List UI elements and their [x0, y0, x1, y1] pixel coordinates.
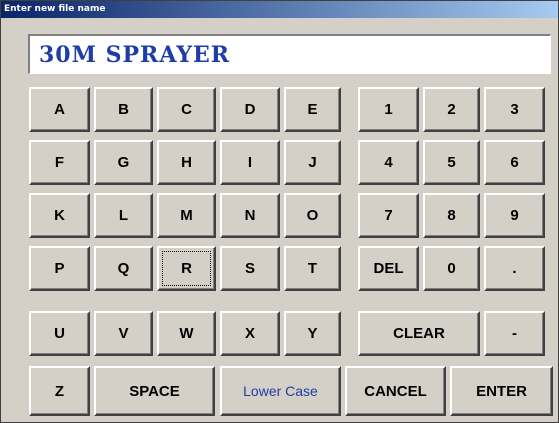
- key-d[interactable]: D: [220, 87, 280, 132]
- key-p[interactable]: P: [29, 246, 90, 291]
- key-7[interactable]: 7: [358, 193, 419, 238]
- key-b[interactable]: B: [94, 87, 153, 132]
- key-k[interactable]: K: [29, 193, 90, 238]
- key-n[interactable]: N: [220, 193, 280, 238]
- key-dash[interactable]: -: [484, 311, 545, 356]
- key-u[interactable]: U: [29, 311, 90, 356]
- key-period[interactable]: .: [484, 246, 545, 291]
- key-e[interactable]: E: [284, 87, 341, 132]
- key-s[interactable]: S: [220, 246, 280, 291]
- key-x[interactable]: X: [220, 311, 280, 356]
- enter-button[interactable]: ENTER: [450, 366, 553, 416]
- key-w[interactable]: W: [157, 311, 216, 356]
- key-q[interactable]: Q: [94, 246, 153, 291]
- key-c[interactable]: C: [157, 87, 216, 132]
- key-0[interactable]: 0: [423, 246, 480, 291]
- key-z[interactable]: Z: [29, 366, 90, 416]
- key-l[interactable]: L: [94, 193, 153, 238]
- key-m[interactable]: M: [157, 193, 216, 238]
- key-y[interactable]: Y: [284, 311, 341, 356]
- cancel-button[interactable]: CANCEL: [345, 366, 446, 416]
- key-5[interactable]: 5: [423, 140, 480, 185]
- key-i[interactable]: I: [220, 140, 280, 185]
- key-r[interactable]: R: [157, 246, 216, 291]
- delete-button[interactable]: DEL: [358, 246, 419, 291]
- key-1[interactable]: 1: [358, 87, 419, 132]
- lower-case-button[interactable]: Lower Case: [220, 366, 341, 416]
- clear-button[interactable]: CLEAR: [358, 311, 480, 356]
- key-g[interactable]: G: [94, 140, 153, 185]
- key-o[interactable]: O: [284, 193, 341, 238]
- key-8[interactable]: 8: [423, 193, 480, 238]
- file-name-input[interactable]: [28, 34, 551, 74]
- key-3[interactable]: 3: [484, 87, 545, 132]
- key-a[interactable]: A: [29, 87, 90, 132]
- key-h[interactable]: H: [157, 140, 216, 185]
- file-name-dialog: Enter new file name A B C D E F G H I J …: [0, 0, 559, 423]
- key-f[interactable]: F: [29, 140, 90, 185]
- key-9[interactable]: 9: [484, 193, 545, 238]
- key-j[interactable]: J: [284, 140, 341, 185]
- key-v[interactable]: V: [94, 311, 153, 356]
- key-t[interactable]: T: [284, 246, 341, 291]
- key-2[interactable]: 2: [423, 87, 480, 132]
- key-6[interactable]: 6: [484, 140, 545, 185]
- dialog-title: Enter new file name: [1, 1, 558, 18]
- key-4[interactable]: 4: [358, 140, 419, 185]
- space-button[interactable]: SPACE: [94, 366, 215, 416]
